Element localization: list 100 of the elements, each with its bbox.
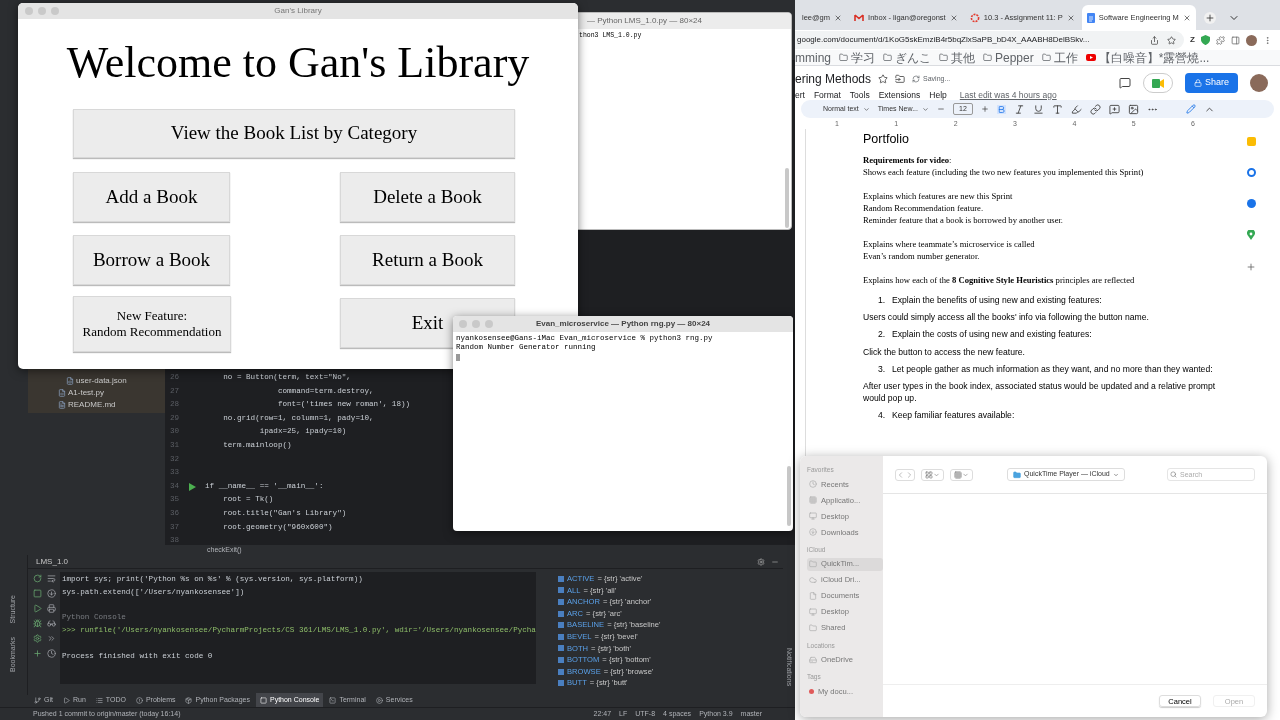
apps-icon <box>809 496 817 505</box>
todo-icon <box>95 696 103 704</box>
map-pin-icon[interactable] <box>1247 230 1255 240</box>
bold-icon[interactable] <box>996 104 1006 114</box>
bookmark[interactable]: 工作 <box>1041 48 1078 67</box>
list-item-text: Keep familiar features available: <box>892 409 1016 422</box>
file-tree-item[interactable]: user-data.json <box>58 375 127 387</box>
file-icon <box>58 401 66 409</box>
file-tree-item[interactable]: A1-test.py <box>58 387 127 399</box>
menu-button[interactable]: View the Book List by Category <box>73 109 515 158</box>
git-icon <box>34 696 41 704</box>
image-icon[interactable] <box>1127 103 1139 115</box>
increase-size-icon[interactable] <box>980 105 989 113</box>
bookmark-star-icon[interactable] <box>1167 35 1177 45</box>
document-line: Evan’s random number generator. <box>863 250 981 263</box>
caret-icon <box>862 105 870 113</box>
window-title: — Python LMS_1.0.py — 80×24 <box>587 15 702 27</box>
shield-icon[interactable] <box>1201 35 1210 45</box>
console-action-icon[interactable] <box>47 574 56 583</box>
document-line: Explains how each of the 8 Cognitive Style Heuristics principles are reflected <box>863 273 1136 286</box>
lock-icon <box>1193 79 1202 87</box>
menu-item[interactable]: Help <box>929 89 947 102</box>
side-panel-icon[interactable] <box>1231 35 1240 45</box>
bookmark[interactable]: 学习 <box>839 48 875 67</box>
bookmark[interactable]: ぎんこ <box>883 48 931 67</box>
folder-icon <box>939 53 948 62</box>
icon-view-icon[interactable] <box>925 469 933 480</box>
menu-item[interactable]: Tools <box>849 89 870 102</box>
editing-mode-icon[interactable] <box>1185 104 1196 114</box>
menu-button[interactable]: Add a Book <box>73 172 230 222</box>
document-line: Reminder feature that a book is borrowed by another user. <box>863 214 1064 227</box>
italic-icon[interactable] <box>1013 103 1025 115</box>
console-action-icon[interactable] <box>47 634 56 643</box>
extension-button[interactable]: Z <box>1190 34 1195 46</box>
bookmark[interactable]: mming <box>795 48 831 67</box>
file-icon <box>66 377 74 385</box>
sync-icon <box>912 75 921 83</box>
close-icon[interactable] <box>1066 13 1075 22</box>
menu-icon[interactable] <box>1263 35 1272 45</box>
video-camera-icon <box>1151 78 1164 88</box>
contacts-icon[interactable] <box>1246 199 1256 208</box>
last-edit-link[interactable]: Last edit was 4 hours ago <box>959 89 1057 102</box>
comments-icon[interactable] <box>1118 77 1131 89</box>
settings-icon[interactable] <box>757 557 765 566</box>
menu-item[interactable]: Format <box>813 89 841 102</box>
share-button[interactable]: Share <box>1184 73 1238 93</box>
tasks-icon[interactable] <box>1246 168 1256 177</box>
extensions-icon[interactable] <box>1216 35 1225 45</box>
share-page-icon[interactable] <box>1150 35 1160 45</box>
group-icon[interactable] <box>954 469 962 480</box>
console-action-icon[interactable] <box>47 649 56 658</box>
text-color-icon[interactable] <box>1051 103 1063 115</box>
list-number: 4. <box>878 409 887 422</box>
console-action-icon[interactable] <box>47 619 56 628</box>
menu-button[interactable]: Borrow a Book <box>73 235 230 285</box>
document-paragraph: Users could simply access all the books' info via following the button name. <box>863 311 1150 324</box>
drive-icon <box>809 655 817 664</box>
scrollbar <box>785 168 789 228</box>
console-action-icon[interactable] <box>33 574 42 583</box>
terminal-icon <box>329 696 337 704</box>
decrease-size-icon[interactable] <box>937 105 945 113</box>
document-line: Explains which features are new this Sprint <box>863 189 1014 202</box>
highlight-icon[interactable] <box>1070 103 1082 115</box>
document-paragraph: Click the button to access the new feature. <box>863 345 1026 358</box>
new-tab-icon[interactable] <box>1203 11 1216 24</box>
close-icon[interactable] <box>834 13 843 22</box>
bookmark[interactable]: Pepper <box>983 48 1034 67</box>
close-icon[interactable] <box>949 13 958 22</box>
menu-item[interactable]: Extensions <box>878 89 921 102</box>
close-icon[interactable] <box>1182 13 1191 22</box>
menu-button[interactable]: Return a Book <box>340 235 515 285</box>
comment-icon[interactable] <box>1108 103 1120 115</box>
console-tab[interactable]: LMS_1.0 <box>36 555 69 568</box>
folder-icon <box>1013 470 1021 479</box>
avatar[interactable] <box>1246 34 1257 46</box>
console-action-icon[interactable] <box>47 589 56 598</box>
caret-icon <box>1112 471 1119 478</box>
bookmark[interactable]: 【白噪音】*露營燒... <box>1085 48 1210 67</box>
ring-icon <box>969 12 980 23</box>
file-tree-item[interactable]: README.md <box>58 399 127 411</box>
star-icon[interactable] <box>878 74 889 84</box>
document-title[interactable]: ering Methods <box>795 70 872 88</box>
services-icon <box>375 696 383 704</box>
menu-button[interactable]: New Feature: Random Recommendation <box>73 296 231 352</box>
underline-icon[interactable] <box>1032 103 1044 115</box>
bookmark[interactable]: 其他 <box>939 48 975 67</box>
console-icon <box>259 696 267 704</box>
menu-item[interactable]: ert <box>795 89 805 102</box>
link-icon[interactable] <box>1089 103 1101 115</box>
console-action-icon[interactable] <box>33 619 42 628</box>
add-icon[interactable] <box>1246 262 1256 272</box>
console-action-icon[interactable] <box>47 604 56 613</box>
run-icon[interactable] <box>188 482 196 491</box>
avatar[interactable] <box>1250 74 1268 92</box>
move-icon[interactable] <box>895 74 906 84</box>
window-title: Gan's Library <box>274 5 322 17</box>
console-action-icon[interactable] <box>33 634 42 643</box>
address-bar[interactable]: google.com/document/d/1KoG5skEmziB4r5bqZlxSaPB_bD4X_AAABH8DelBSkv... <box>795 31 1185 49</box>
console-action-icon[interactable] <box>33 649 42 658</box>
menu-button[interactable]: Delete a Book <box>340 172 515 222</box>
